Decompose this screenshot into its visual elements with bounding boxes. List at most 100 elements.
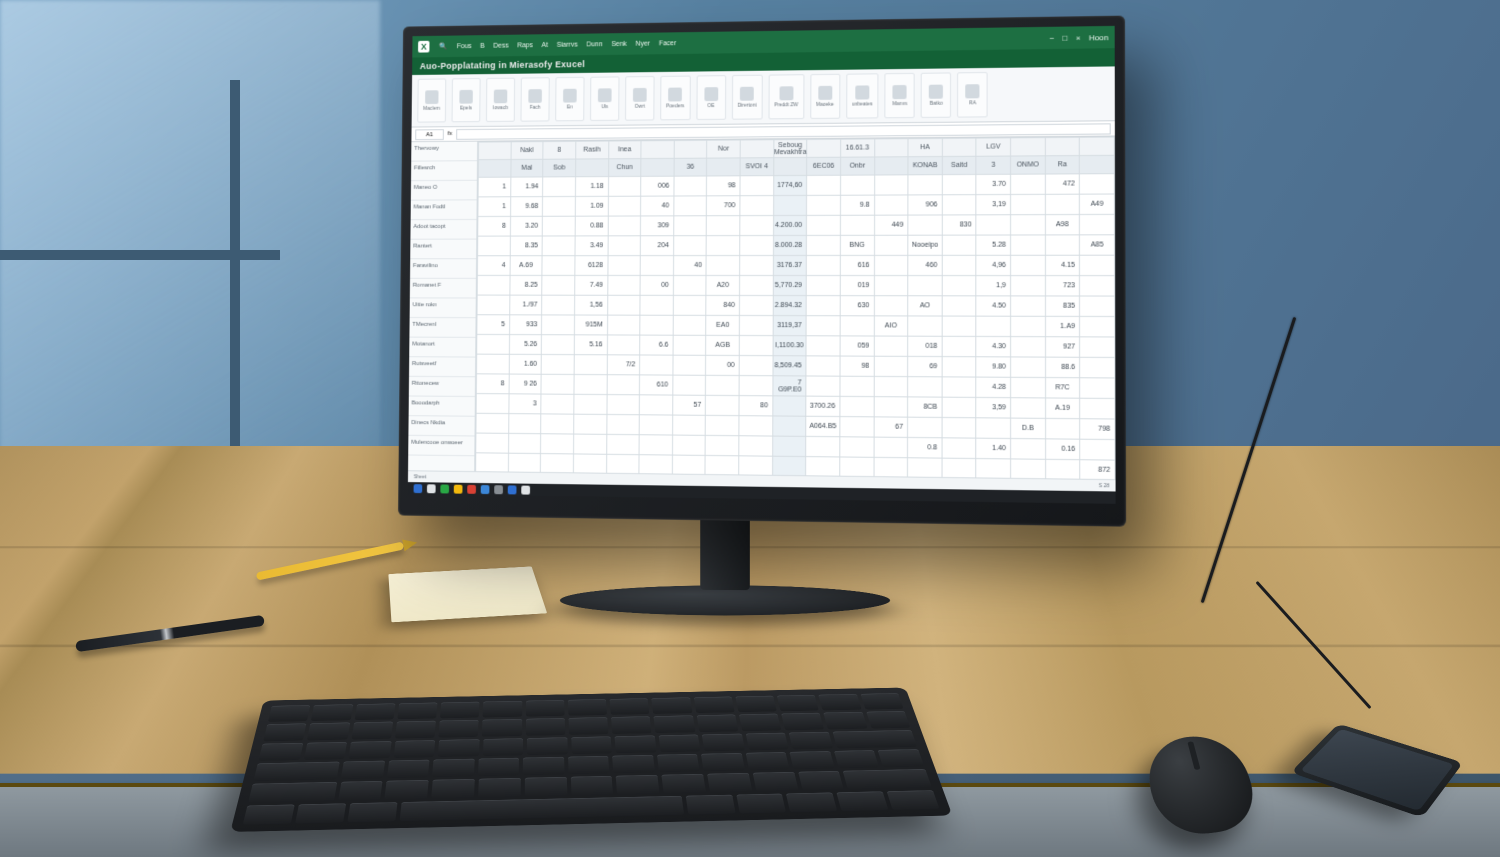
cell[interactable]: 8 [478,216,510,236]
cell[interactable] [673,275,706,295]
cell[interactable]: 5 [477,315,510,335]
keyboard-key[interactable] [385,780,429,799]
cell[interactable] [942,438,976,459]
nav-row[interactable]: Romanet F [410,279,476,299]
nav-row[interactable]: Mulencooe onwoeer [408,436,474,456]
cell[interactable]: 00 [706,355,739,375]
maximize-button[interactable]: □ [1063,33,1068,42]
cell[interactable] [874,235,908,255]
cell[interactable]: 4 [477,256,509,276]
cell[interactable] [476,394,509,414]
cell[interactable]: 018 [908,336,942,356]
column-header[interactable]: HA [908,138,942,156]
keyboard-key[interactable] [348,741,391,759]
cell[interactable] [541,374,574,394]
cell[interactable] [874,457,908,478]
cell[interactable] [874,255,908,275]
cell[interactable] [607,375,640,395]
cell[interactable] [673,295,706,315]
cells-grid[interactable]: Nakl8RasihIneaNorSeboug Mevakhtra16.61.3… [475,136,1115,479]
keyboard-key[interactable] [399,796,684,822]
column-header[interactable] [1080,137,1115,156]
column-header[interactable] [575,159,608,177]
cell[interactable] [840,215,874,235]
cell[interactable] [908,377,942,398]
keyboard-key[interactable] [483,701,522,718]
cell[interactable]: 4.15 [1045,255,1080,275]
cell[interactable] [541,434,574,454]
cell[interactable] [673,355,706,375]
column-header[interactable]: 16.61.3 [840,139,874,157]
cell[interactable] [542,335,575,355]
cell[interactable] [608,236,641,256]
keyboard-key[interactable] [526,700,565,717]
cell[interactable]: 0.8 [908,437,942,458]
cell[interactable] [739,436,773,456]
cell[interactable]: 9.8 [840,195,874,215]
keyboard-key[interactable] [819,694,862,711]
cell[interactable]: 98 [840,356,874,376]
keyboard-key[interactable] [268,705,311,722]
keyboard-key[interactable] [263,724,306,742]
cell[interactable]: 8.000.28 [773,235,807,255]
column-header[interactable]: Rasih [576,141,609,159]
keyboard-key[interactable] [387,760,430,779]
keyboard-key[interactable] [253,762,339,782]
cell[interactable] [806,296,840,316]
cell[interactable] [874,336,908,356]
cell[interactable]: 1,56 [574,295,607,315]
keyboard[interactable] [230,688,952,832]
column-header[interactable] [641,141,674,159]
keyboard-key[interactable] [694,697,735,714]
cell[interactable]: A49 [1080,194,1115,214]
keyboard-key[interactable] [303,742,347,760]
cell[interactable] [639,435,672,455]
nav-row[interactable]: Booodarph [409,396,475,416]
column-header[interactable]: Ra [1045,156,1080,174]
cell[interactable]: 9.68 [510,197,543,217]
cell[interactable] [1045,418,1080,439]
ribbon-group[interactable]: Epels [452,78,481,122]
cell[interactable] [806,376,840,396]
cell[interactable] [574,394,607,414]
cell[interactable] [639,395,672,415]
cell[interactable] [772,456,806,477]
column-header[interactable] [1011,138,1045,156]
cell[interactable] [1080,214,1115,234]
cell[interactable]: 472 [1045,174,1080,194]
cell[interactable] [607,256,640,276]
cell[interactable] [806,436,840,457]
cell[interactable]: 906 [908,195,942,215]
cell[interactable] [874,175,908,195]
ribbon-group[interactable]: OE [696,75,726,120]
cell[interactable] [807,175,841,195]
cell[interactable] [477,275,509,295]
keyboard-key[interactable] [786,792,837,812]
cell[interactable]: 4.28 [976,377,1010,398]
column-header[interactable] [674,140,707,158]
cell[interactable] [840,437,874,458]
nav-row[interactable]: Adoot tacopt [410,220,476,240]
cell[interactable] [606,395,639,415]
keyboard-key[interactable] [611,716,652,733]
cell[interactable]: 1.A9 [1045,316,1080,337]
cell[interactable] [672,435,705,455]
cell[interactable] [705,455,738,475]
cell[interactable] [1080,276,1115,296]
cell[interactable]: 7/2 [607,355,640,375]
column-header[interactable]: Mal [511,159,544,177]
cell[interactable]: 1 [478,177,510,197]
cell[interactable] [772,436,806,457]
cell[interactable]: 840 [706,295,739,315]
cell[interactable]: A.69 [510,256,543,276]
keyboard-key[interactable] [432,759,474,778]
cell[interactable]: 8 [476,374,509,394]
cell[interactable] [740,236,773,256]
cell[interactable] [706,415,739,435]
keyboard-key[interactable] [527,737,568,755]
cell[interactable]: 3 [509,394,542,414]
taskbar-item[interactable] [427,484,436,493]
cell[interactable] [976,418,1010,439]
cell[interactable]: A20 [706,275,739,295]
cell[interactable] [908,276,942,296]
